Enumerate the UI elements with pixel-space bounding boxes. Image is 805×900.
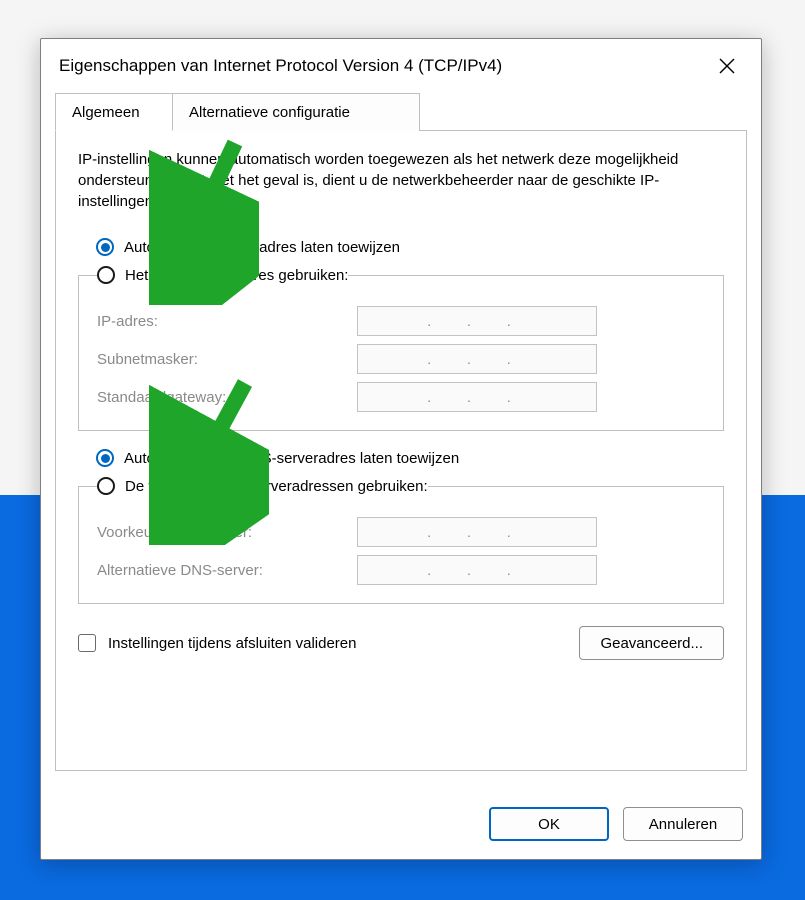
dialog-buttons: OK Annuleren xyxy=(489,807,743,841)
field-label: Standaardgateway: xyxy=(97,389,357,406)
field-label: IP-adres: xyxy=(97,313,357,330)
radio-ip-auto[interactable]: Automatisch een IP-adres laten toewijzen xyxy=(96,238,724,256)
radio-dns-auto[interactable]: Automatisch een DNS-serveradres laten to… xyxy=(96,449,724,467)
field-label: Alternatieve DNS-server: xyxy=(97,562,357,579)
desktop: Eigenschappen van Internet Protocol Vers… xyxy=(0,0,805,900)
ip-manual-group: Het volgende IP-adres gebruiken: IP-adre… xyxy=(78,266,724,431)
tab-general[interactable]: Algemeen xyxy=(55,93,173,131)
field-label: Voorkeurs-DNS-server: xyxy=(97,524,357,541)
radio-icon xyxy=(97,266,115,284)
radio-icon xyxy=(97,477,115,495)
gateway-input[interactable]: . . . xyxy=(357,382,597,412)
properties-window: Eigenschappen van Internet Protocol Vers… xyxy=(40,38,762,860)
cancel-button[interactable]: Annuleren xyxy=(623,807,743,841)
field-gateway: Standaardgateway: . . . xyxy=(97,382,705,412)
window-title: Eigenschappen van Internet Protocol Vers… xyxy=(59,56,709,76)
field-preferred-dns: Voorkeurs-DNS-server: . . . xyxy=(97,517,705,547)
titlebar: Eigenschappen van Internet Protocol Vers… xyxy=(41,39,761,93)
description-text: IP-instellingen kunnen automatisch worde… xyxy=(78,149,724,212)
radio-label: Automatisch een IP-adres laten toewijzen xyxy=(124,239,400,256)
ok-button[interactable]: OK xyxy=(489,807,609,841)
ip-address-input[interactable]: . . . xyxy=(357,306,597,336)
subnet-input[interactable]: . . . xyxy=(357,344,597,374)
alternate-dns-input[interactable]: . . . xyxy=(357,555,597,585)
close-icon xyxy=(719,58,735,74)
radio-ip-manual[interactable]: Het volgende IP-adres gebruiken: xyxy=(97,266,348,284)
radio-dns-manual[interactable]: De volgende DNS-serveradressen gebruiken… xyxy=(97,477,428,495)
validate-checkbox[interactable] xyxy=(78,634,96,652)
tab-panel: IP-instellingen kunnen automatisch worde… xyxy=(55,131,747,771)
radio-label: Het volgende IP-adres gebruiken: xyxy=(125,267,348,284)
dns-manual-group: De volgende DNS-serveradressen gebruiken… xyxy=(78,477,724,604)
radio-icon xyxy=(96,449,114,467)
preferred-dns-input[interactable]: . . . xyxy=(357,517,597,547)
close-button[interactable] xyxy=(709,48,745,84)
radio-icon xyxy=(96,238,114,256)
field-label: Subnetmasker: xyxy=(97,351,357,368)
validate-label: Instellingen tijdens afsluiten valideren xyxy=(108,635,357,652)
tab-alternate-config[interactable]: Alternatieve configuratie xyxy=(172,93,420,131)
radio-label: De volgende DNS-serveradressen gebruiken… xyxy=(125,478,428,495)
bottom-row: Instellingen tijdens afsluiten valideren… xyxy=(78,626,724,660)
advanced-button[interactable]: Geavanceerd... xyxy=(579,626,724,660)
field-alternate-dns: Alternatieve DNS-server: . . . xyxy=(97,555,705,585)
field-ip-address: IP-adres: . . . xyxy=(97,306,705,336)
radio-label: Automatisch een DNS-serveradres laten to… xyxy=(124,450,459,467)
field-subnet: Subnetmasker: . . . xyxy=(97,344,705,374)
tab-strip: Algemeen Alternatieve configuratie xyxy=(55,93,747,131)
